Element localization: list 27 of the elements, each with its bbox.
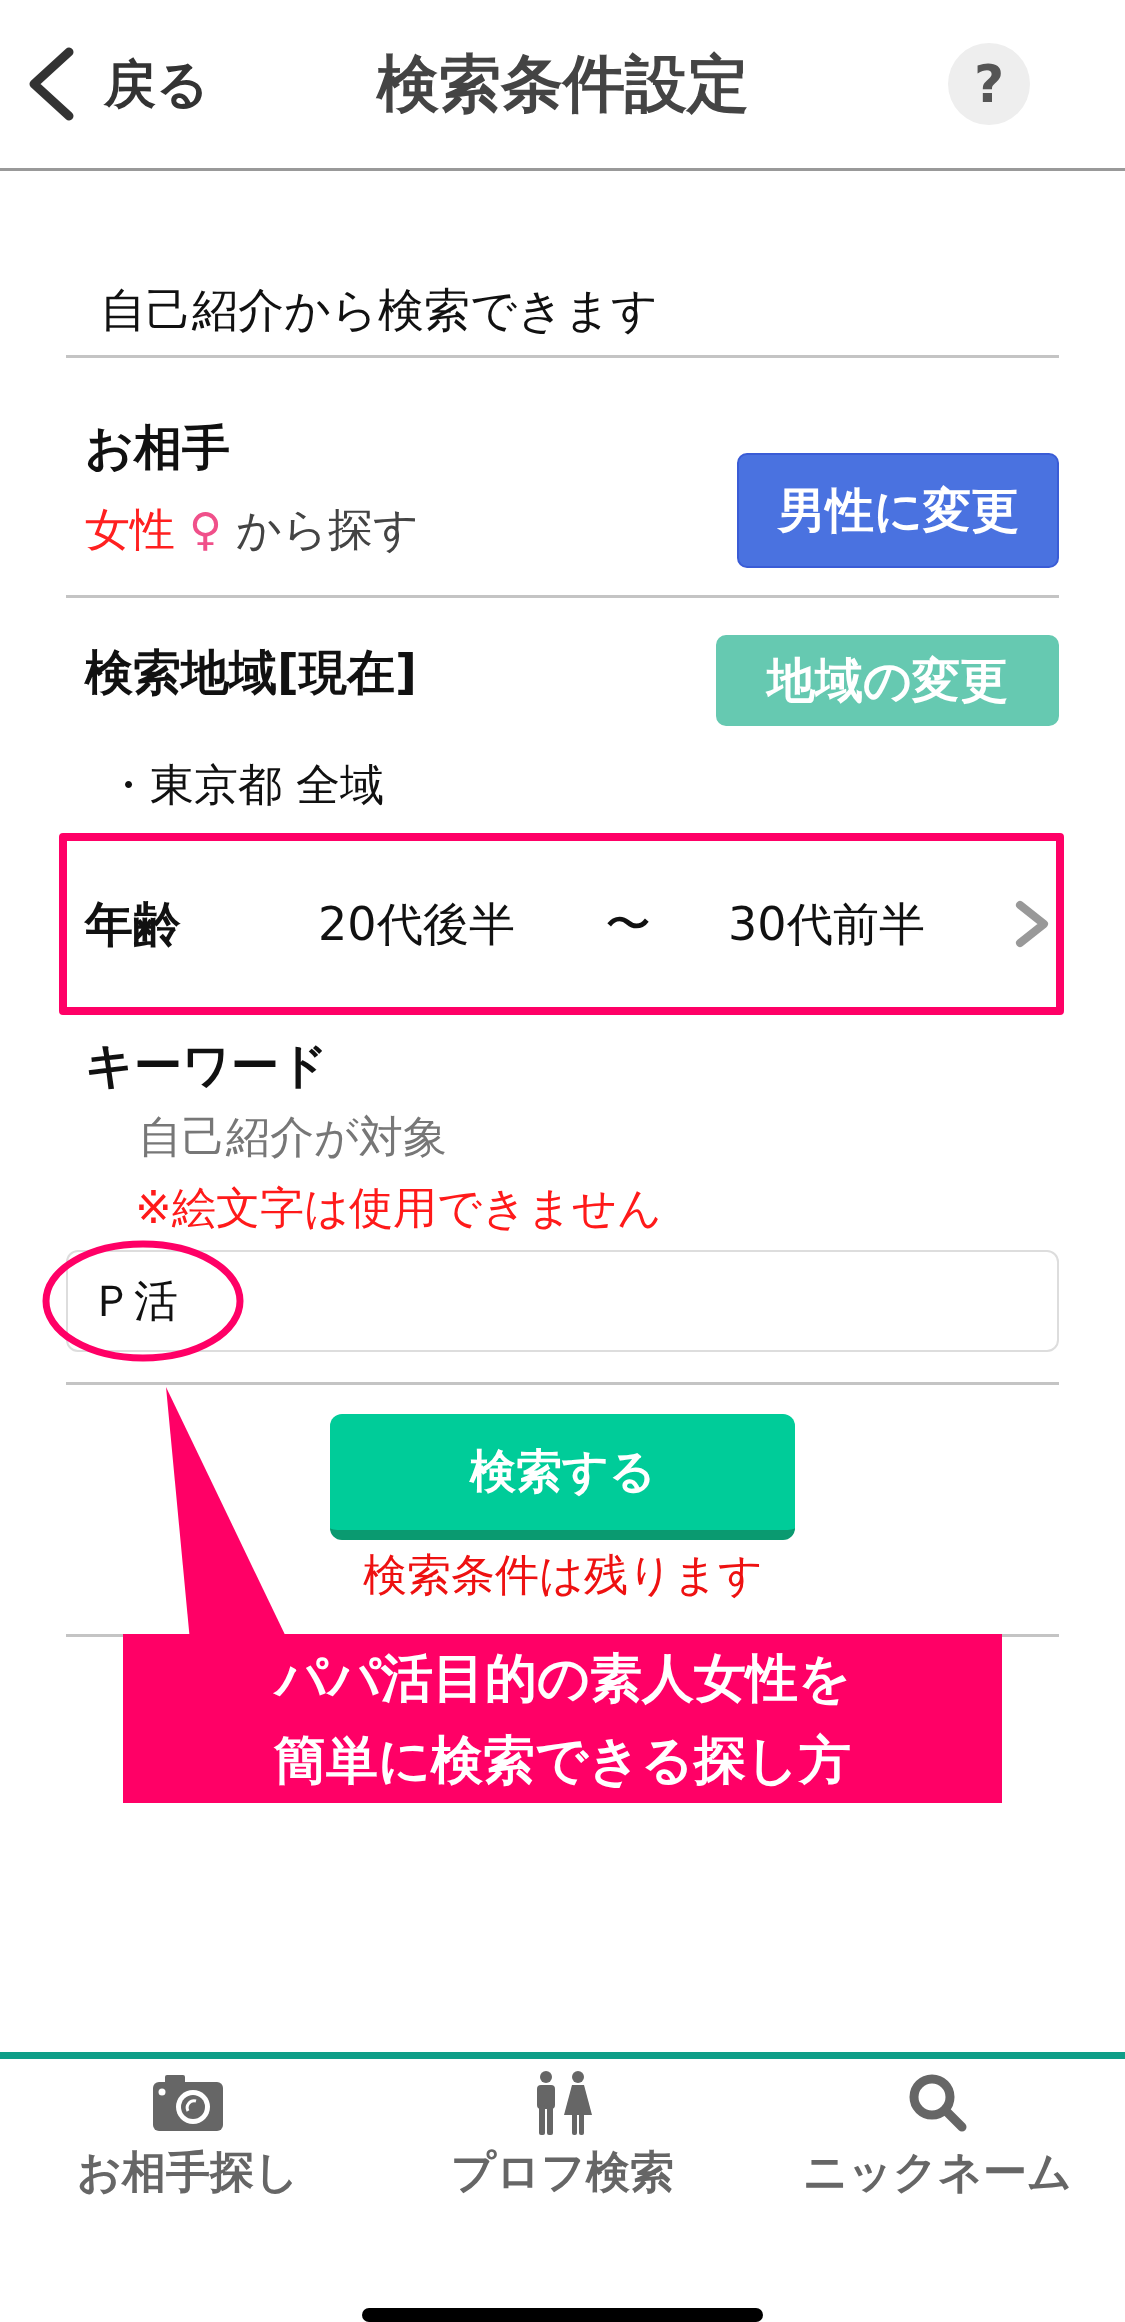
area-heading: 検索地域[現在]	[85, 644, 417, 700]
range-separator: 〜	[605, 896, 651, 952]
conditions-kept-note: 検索条件は残ります	[361, 1548, 764, 1602]
age-from-value[interactable]: 20代後半	[318, 896, 515, 952]
keyword-input[interactable]: Ｐ活	[66, 1250, 1059, 1352]
camera-icon	[152, 2075, 223, 2131]
change-gender-button[interactable]: 男性に変更	[737, 453, 1059, 568]
chevron-left-icon	[28, 47, 74, 121]
intro-text: 自己紹介から検索できます	[66, 171, 1059, 358]
age-label: 年齢	[85, 896, 182, 952]
emoji-warning: ※絵文字は使用できません	[134, 1181, 663, 1235]
nav-tab[interactable]: お相手探し	[76, 2059, 299, 2200]
nav-tab[interactable]: プロフ検索	[451, 2059, 674, 2200]
nav-tab[interactable]: ニックネーム	[803, 2059, 1072, 2200]
search-from-text: から探す	[235, 502, 419, 558]
female-symbol: ♀	[189, 502, 222, 558]
chevron-right-icon[interactable]	[1014, 900, 1050, 948]
back-button[interactable]: 戻る	[28, 47, 209, 121]
keyword-heading: キーワード	[85, 1037, 329, 1093]
search-icon	[908, 2074, 967, 2132]
page-title: 検索条件設定	[376, 46, 749, 122]
gender-text: 女性	[85, 502, 175, 558]
partner-heading: お相手	[85, 419, 231, 475]
age-to-value[interactable]: 30代前半	[728, 896, 925, 952]
keyword-scope-note: 自己紹介が対象	[137, 1110, 448, 1164]
area-item: ・東京都 全域	[105, 758, 385, 812]
help-button[interactable]: ?	[948, 43, 1030, 125]
